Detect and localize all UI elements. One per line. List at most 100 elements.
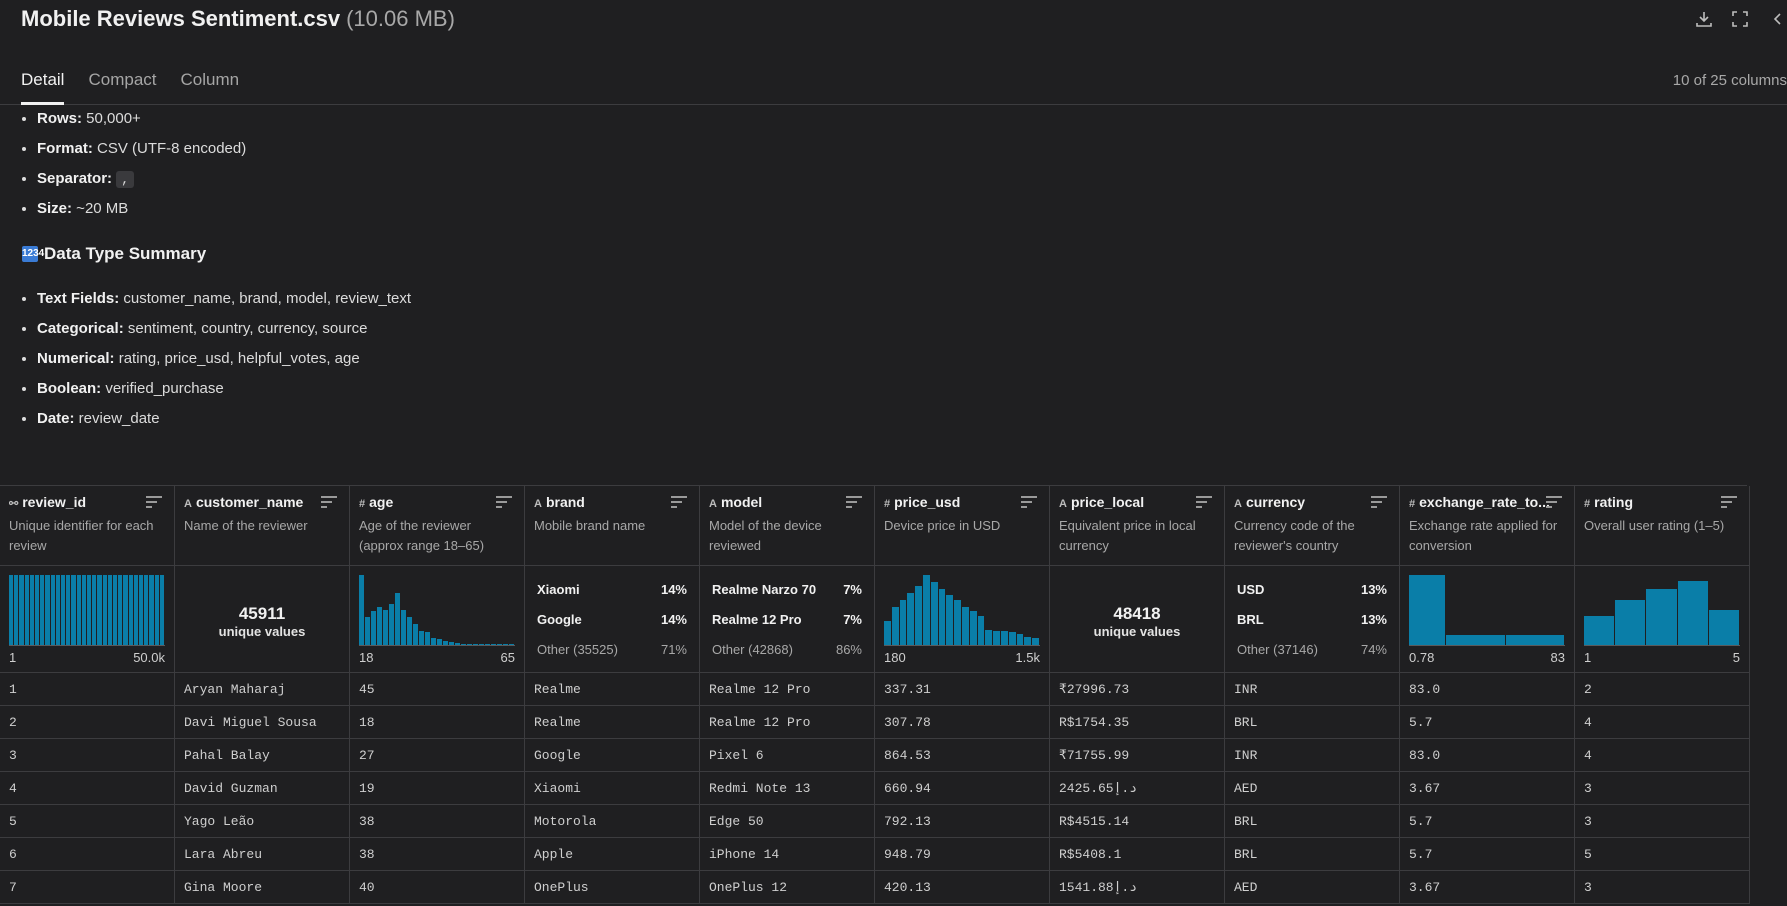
histogram-bar[interactable] (55, 575, 61, 645)
sort-icon[interactable] (1196, 496, 1212, 511)
histogram-bar[interactable] (946, 594, 954, 645)
histogram-bar[interactable] (1646, 589, 1677, 645)
sort-icon[interactable] (321, 496, 337, 511)
histogram-bar[interactable] (102, 575, 107, 645)
tab-compact[interactable]: Compact (88, 70, 156, 105)
histogram-bar[interactable] (76, 575, 81, 645)
category-item[interactable]: Realme Narzo 70 7% (712, 582, 862, 612)
sort-icon[interactable] (1546, 496, 1562, 511)
histogram-bar[interactable] (899, 599, 907, 645)
table-row[interactable]: 2 Davi Miguel Sousa 18 Realme Realme 12 Pro 3… (0, 706, 1750, 739)
histogram-bar[interactable] (419, 631, 424, 645)
sort-icon[interactable] (496, 496, 512, 511)
histogram-bar[interactable] (29, 575, 35, 645)
histogram-bar[interactable] (461, 643, 466, 645)
histogram-bar[interactable] (365, 617, 370, 645)
column-header-rating[interactable]: # rating Overall user rating (1–5) (1575, 486, 1750, 566)
category-item[interactable]: Realme 12 Pro 7% (712, 612, 862, 642)
histogram-bar[interactable] (1409, 575, 1446, 645)
histogram-bar[interactable] (383, 610, 388, 645)
histogram-bar[interactable] (993, 631, 1000, 645)
table-row[interactable]: 6 Lara Abreu 38 Apple iPhone 14 948.79 R$5408.… (0, 838, 1750, 871)
histogram-bar[interactable] (359, 575, 364, 645)
histogram-bar[interactable] (1024, 636, 1032, 645)
histogram-bar[interactable] (377, 606, 382, 645)
histogram-bar[interactable] (35, 575, 40, 645)
histogram-bar[interactable] (455, 642, 460, 645)
column-header-age[interactable]: # age Age of the reviewer (approx range 18… (350, 486, 525, 566)
histogram-bar[interactable] (437, 639, 442, 645)
histogram-bar[interactable] (509, 644, 514, 645)
histogram-bar[interactable] (144, 575, 149, 645)
histogram-bar[interactable] (401, 610, 406, 645)
histogram-bar[interactable] (123, 575, 128, 645)
table-row[interactable]: 3 Pahal Balay 27 Google Pixel 6 864.53 ₹71755.… (0, 739, 1750, 772)
histogram-bar[interactable] (1016, 633, 1024, 645)
histogram-bar[interactable] (87, 575, 92, 645)
histogram-bar[interactable] (1584, 615, 1615, 645)
histogram-bar[interactable] (154, 575, 159, 645)
histogram-bar[interactable] (1032, 638, 1039, 645)
column-header-brand[interactable]: Abrand Mobile brand name (525, 486, 700, 566)
histogram-bar[interactable] (969, 611, 977, 645)
histogram-bar[interactable] (107, 575, 113, 645)
histogram-bar[interactable] (922, 575, 930, 645)
histogram-bar[interactable] (1000, 631, 1008, 645)
histogram-bar[interactable] (467, 643, 472, 645)
category-item[interactable]: Xiaomi 14% (537, 582, 687, 612)
tab-detail[interactable]: Detail (21, 70, 65, 105)
collapse-icon[interactable] (1765, 8, 1787, 30)
histogram-bar[interactable] (954, 599, 961, 645)
histogram-bar[interactable] (61, 575, 66, 645)
histogram-bar[interactable] (407, 617, 412, 645)
histogram-bar[interactable] (1615, 599, 1646, 645)
histogram-bar[interactable] (14, 575, 19, 645)
histogram-bar[interactable] (40, 575, 45, 645)
histogram-bar[interactable] (443, 640, 448, 645)
histogram-bar[interactable] (395, 592, 400, 645)
sort-icon[interactable] (1371, 496, 1387, 511)
histogram-bar[interactable] (425, 632, 430, 645)
column-header-customer-name[interactable]: Acustomer_name Name of the reviewer (175, 486, 350, 566)
column-header-exchange-rate-to-[interactable]: # exchange_rate_to... Exchange rate applie… (1400, 486, 1575, 566)
histogram-bar[interactable] (97, 575, 102, 645)
column-header-review-id[interactable]: ⚯ review_id Unique identifier for each rev… (0, 486, 175, 566)
tab-column[interactable]: Column (181, 70, 240, 105)
table-row[interactable]: 4 David Guzman 19 Xiaomi Redmi Note 13 660.94… (0, 772, 1750, 805)
histogram-bar[interactable] (133, 575, 139, 645)
histogram-bar[interactable] (66, 575, 71, 645)
histogram-bar[interactable] (961, 606, 969, 645)
fullscreen-icon[interactable] (1729, 8, 1751, 30)
histogram-bar[interactable] (371, 611, 376, 645)
histogram-bar[interactable] (449, 642, 454, 645)
column-header-price-local[interactable]: Aprice_local Equivalent price in local cu… (1050, 486, 1225, 566)
category-item[interactable]: USD 13% (1237, 582, 1387, 612)
histogram-bar[interactable] (1008, 632, 1016, 645)
histogram-bar[interactable] (128, 575, 133, 645)
sort-icon[interactable] (1721, 496, 1737, 511)
histogram-bar[interactable] (149, 575, 154, 645)
sort-icon[interactable] (846, 496, 862, 511)
histogram-bar[interactable] (473, 644, 478, 645)
histogram-bar[interactable] (81, 575, 87, 645)
histogram-bar[interactable] (431, 638, 436, 645)
column-header-price-usd[interactable]: # price_usd Device price in USD (875, 486, 1050, 566)
histogram-bar[interactable] (9, 575, 14, 645)
category-item[interactable]: BRL 13% (1237, 612, 1387, 642)
sort-icon[interactable] (671, 496, 687, 511)
histogram-bar[interactable] (977, 615, 985, 645)
histogram-bar[interactable] (389, 604, 394, 645)
histogram-bar[interactable] (139, 575, 144, 645)
histogram-bar[interactable] (159, 575, 165, 645)
sort-icon[interactable] (146, 496, 162, 511)
histogram-bar[interactable] (479, 644, 484, 645)
histogram-bar[interactable] (907, 592, 915, 645)
histogram-bar[interactable] (1446, 634, 1505, 645)
histogram-bar[interactable] (413, 624, 418, 645)
histogram-bar[interactable] (884, 620, 891, 645)
column-header-currency[interactable]: Acurrency Currency code of the reviewer's… (1225, 486, 1400, 566)
table-row[interactable]: 1 Aryan Maharaj 45 Realme Realme 12 Pro 337.3… (0, 673, 1750, 706)
histogram-bar[interactable] (1708, 610, 1740, 645)
table-row[interactable]: 7 Gina Moore 40 OnePlus OnePlus 12 420.13 1541… (0, 871, 1750, 904)
histogram-bar[interactable] (113, 575, 118, 645)
